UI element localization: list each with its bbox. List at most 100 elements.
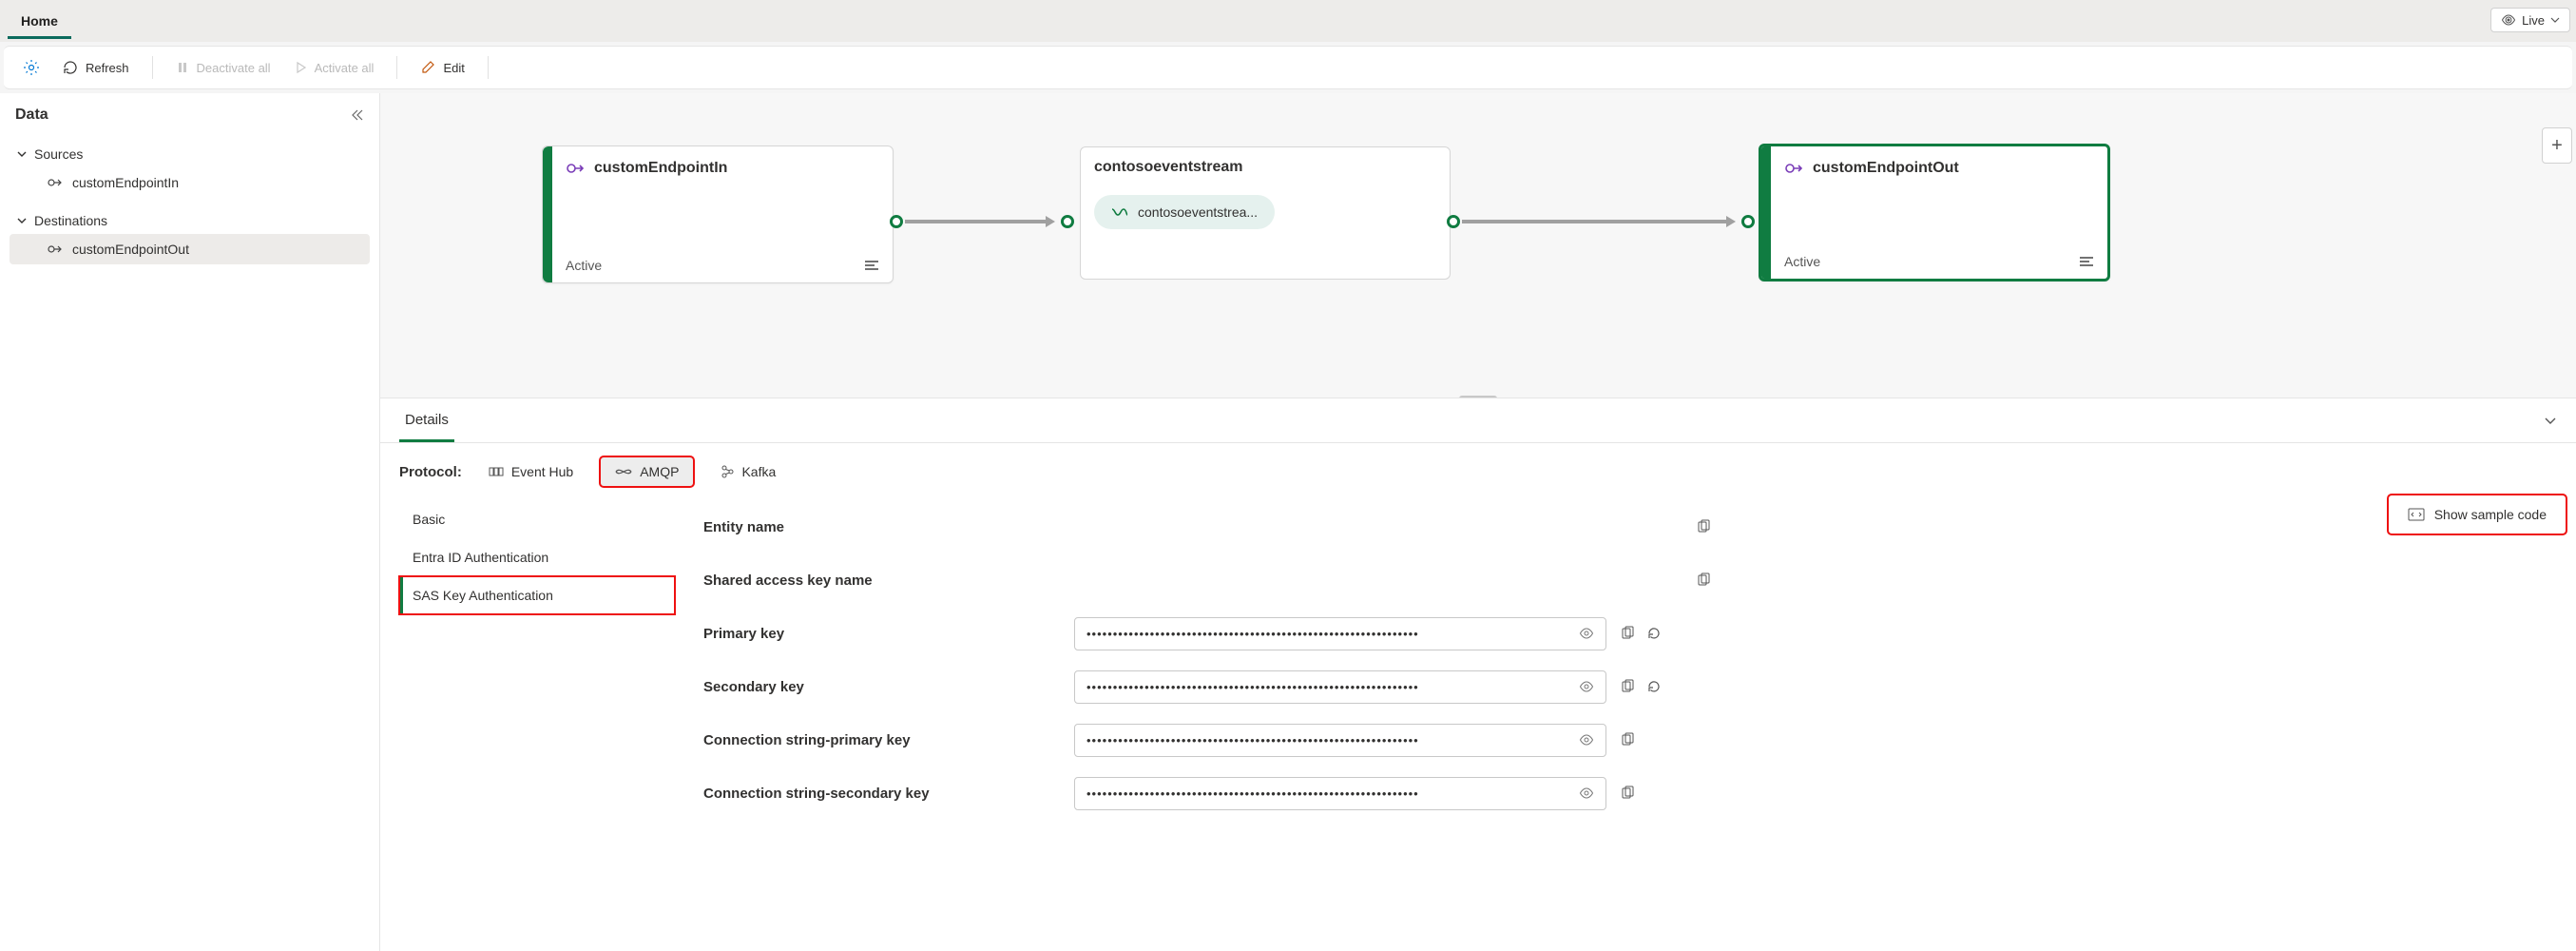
eye-icon[interactable]	[1579, 733, 1594, 747]
field-label-sak: Shared access key name	[703, 573, 1074, 589]
eye-icon[interactable]	[1579, 786, 1594, 800]
amqp-icon	[615, 466, 632, 477]
separator	[152, 56, 153, 79]
eye-icon[interactable]	[1579, 627, 1594, 640]
activate-all-button[interactable]: Activate all	[284, 55, 384, 81]
main-area: Data Sources customEndpointIn Destinatio…	[0, 93, 2576, 951]
details-tab[interactable]: Details	[399, 398, 454, 442]
auth-fields: Entity name Shared access key name	[703, 500, 1711, 820]
refresh-button[interactable]: Refresh	[53, 54, 139, 81]
endpoint-out-icon	[48, 243, 63, 256]
masked-value: ••••••••••••••••••••••••••••••••••••••••…	[1086, 680, 1419, 694]
regenerate-icon[interactable]	[1646, 626, 1662, 641]
details-panel: Details Protocol: Event Hub AMQP Kafka	[380, 398, 2576, 951]
show-sample-code-label: Show sample code	[2434, 507, 2547, 522]
node-customendpointin[interactable]: customEndpointIn Active	[542, 146, 894, 283]
node-contosoeventstream[interactable]: contosoeventstream contosoeventstrea...	[1080, 146, 1451, 280]
masked-value: ••••••••••••••••••••••••••••••••••••••••…	[1086, 733, 1419, 747]
regenerate-icon[interactable]	[1646, 679, 1662, 694]
sidebar: Data Sources customEndpointIn Destinatio…	[0, 93, 380, 951]
canvas-wrap: customEndpointIn Active contosoeventstre…	[380, 93, 2576, 951]
collapse-sidebar-button[interactable]	[351, 108, 364, 122]
separator	[396, 56, 397, 79]
menu-icon[interactable]	[864, 259, 879, 272]
eye-icon	[2501, 12, 2516, 28]
node-customendpointout[interactable]: customEndpointOut Active	[1759, 144, 2110, 281]
deactivate-all-button[interactable]: Deactivate all	[166, 55, 280, 81]
tab-home[interactable]: Home	[8, 4, 71, 39]
show-sample-code-button[interactable]: Show sample code	[2388, 495, 2566, 534]
pipeline-canvas[interactable]: customEndpointIn Active contosoeventstre…	[380, 93, 2576, 398]
copy-icon[interactable]	[1620, 732, 1635, 747]
connector	[1462, 220, 1728, 223]
protocol-eventhub[interactable]: Event Hub	[479, 458, 583, 485]
protocol-label-kafka: Kafka	[741, 464, 776, 479]
top-tab-bar: Home Live	[0, 0, 2576, 42]
protocol-label-amqp: AMQP	[640, 464, 679, 479]
play-icon	[294, 61, 307, 74]
protocol-label-eventhub: Event Hub	[511, 464, 573, 479]
stream-icon	[1111, 205, 1128, 219]
copy-icon[interactable]	[1620, 626, 1635, 641]
endpoint-in-icon	[566, 160, 585, 177]
input-port[interactable]	[1061, 215, 1074, 228]
resize-handle[interactable]	[1459, 396, 1497, 398]
deactivate-label: Deactivate all	[197, 61, 271, 75]
copy-icon[interactable]	[1696, 573, 1711, 588]
copy-icon[interactable]	[1620, 786, 1635, 801]
input-port[interactable]	[1741, 215, 1755, 228]
menu-icon[interactable]	[2079, 255, 2094, 268]
output-port[interactable]	[890, 215, 903, 228]
destinations-label: Destinations	[34, 213, 107, 228]
copy-icon[interactable]	[1696, 519, 1711, 534]
auth-list: Basic Entra ID Authentication SAS Key Au…	[399, 500, 675, 820]
stream-chip[interactable]: contosoeventstrea...	[1094, 195, 1275, 229]
kafka-icon	[721, 464, 734, 479]
secondary-key-field[interactable]: ••••••••••••••••••••••••••••••••••••••••…	[1074, 670, 1606, 704]
masked-value: ••••••••••••••••••••••••••••••••••••••••…	[1086, 786, 1419, 801]
primary-key-field[interactable]: ••••••••••••••••••••••••••••••••••••••••…	[1074, 617, 1606, 650]
sources-label: Sources	[34, 146, 83, 162]
chevron-down-icon[interactable]	[2544, 414, 2557, 427]
sources-tree-header[interactable]: Sources	[10, 141, 370, 167]
chevron-left-double-icon	[351, 108, 364, 122]
sidebar-title: Data	[15, 107, 48, 124]
protocol-amqp[interactable]: AMQP	[600, 456, 694, 487]
connection-string-secondary-field[interactable]: ••••••••••••••••••••••••••••••••••••••••…	[1074, 777, 1606, 810]
field-label-csprimary: Connection string-primary key	[703, 732, 1074, 748]
live-mode-badge[interactable]: Live	[2490, 8, 2570, 32]
node-status: Active	[566, 258, 602, 273]
masked-value: ••••••••••••••••••••••••••••••••••••••••…	[1086, 627, 1419, 641]
edit-button[interactable]: Edit	[411, 54, 473, 81]
settings-button[interactable]	[13, 53, 49, 82]
activate-label: Activate all	[315, 61, 375, 75]
protocol-label: Protocol:	[399, 464, 462, 480]
output-port[interactable]	[1447, 215, 1460, 228]
auth-tab-basic[interactable]: Basic	[399, 500, 675, 538]
chevron-down-icon	[17, 149, 27, 159]
node-status-stripe	[543, 146, 552, 282]
field-label-primary: Primary key	[703, 626, 1074, 642]
endpoint-in-icon	[48, 176, 63, 189]
edit-label: Edit	[443, 61, 464, 75]
connection-string-primary-field[interactable]: ••••••••••••••••••••••••••••••••••••••••…	[1074, 724, 1606, 757]
arrow-head-icon	[1726, 216, 1736, 227]
node-title: customEndpointIn	[594, 160, 727, 177]
separator	[488, 56, 489, 79]
destinations-tree-header[interactable]: Destinations	[10, 207, 370, 234]
copy-icon[interactable]	[1620, 679, 1635, 694]
gear-icon	[23, 59, 40, 76]
arrow-head-icon	[1046, 216, 1055, 227]
auth-tab-entra[interactable]: Entra ID Authentication	[399, 538, 675, 576]
add-node-button[interactable]: +	[2542, 127, 2572, 164]
plus-icon: +	[2551, 135, 2563, 157]
source-item-customendpointin[interactable]: customEndpointIn	[10, 167, 370, 198]
protocol-kafka[interactable]: Kafka	[711, 458, 785, 485]
endpoint-out-icon	[1784, 160, 1803, 177]
destination-item-customendpointout[interactable]: customEndpointOut	[10, 234, 370, 264]
connector	[905, 220, 1048, 223]
auth-tab-sas[interactable]: SAS Key Authentication	[399, 576, 675, 614]
eye-icon[interactable]	[1579, 680, 1594, 693]
node-status: Active	[1784, 254, 1820, 269]
edit-icon	[420, 60, 435, 75]
